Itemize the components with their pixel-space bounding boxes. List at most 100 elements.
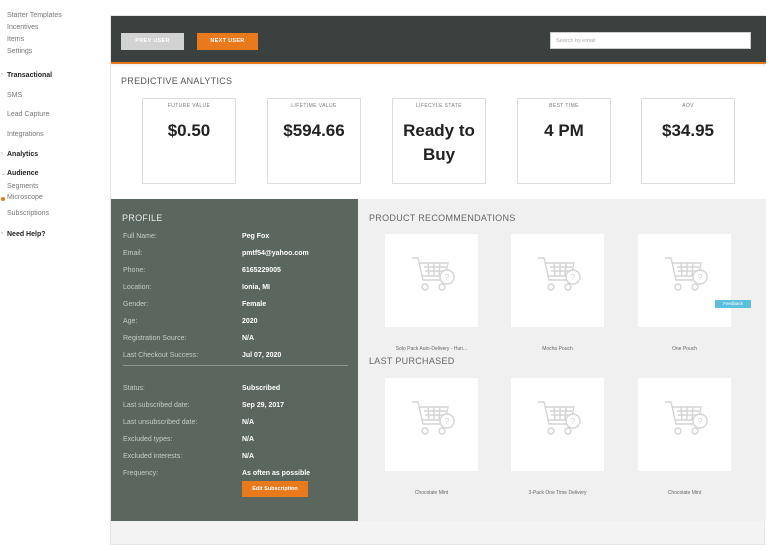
sidebar-item-items[interactable]: Items bbox=[7, 36, 24, 43]
product-card[interactable]: ? Chocolate Mint bbox=[385, 378, 478, 496]
profile-label: Email: bbox=[123, 250, 143, 257]
profile-value: Sep 29, 2017 bbox=[242, 402, 285, 409]
product-card[interactable]: ? One Pouch bbox=[638, 234, 731, 352]
profile-value: Subscribed bbox=[242, 385, 281, 392]
metric-value: Ready to Buy bbox=[403, 121, 475, 164]
predictive-analytics-section: PREDICTIVE ANALYTICS FUTURE VALUE $0.50 … bbox=[111, 66, 766, 199]
lower-section: PROFILE Full Name: Peg Fox Email: pmtf54@y… bbox=[111, 199, 766, 521]
profile-value: Female bbox=[242, 301, 267, 308]
profile-divider bbox=[123, 365, 348, 366]
sidebar: Starter Templates Incentives Items Setti… bbox=[0, 0, 100, 551]
profile-label: Gender: bbox=[123, 301, 149, 308]
chevron-right-icon: › bbox=[1, 72, 3, 78]
feedback-tab[interactable]: Feedback bbox=[715, 300, 751, 308]
profile-label: Last unsubscribed date: bbox=[123, 419, 198, 426]
chevron-right-icon: › bbox=[1, 151, 3, 157]
product-name: Chocolate Mint bbox=[667, 490, 702, 496]
sidebar-item-need-help[interactable]: Need Help? bbox=[7, 231, 46, 238]
metric-card-lifecycle-state: LIFECYLE STATE Ready to Buy bbox=[392, 98, 486, 184]
profile-value: Jul 07, 2020 bbox=[242, 352, 282, 359]
metric-value: $34.95 bbox=[662, 121, 714, 140]
profile-label: Last Checkout Success: bbox=[123, 352, 199, 359]
sidebar-item-incentives[interactable]: Incentives bbox=[7, 24, 39, 31]
sidebar-item-microscope[interactable]: Microscope bbox=[7, 194, 43, 201]
metric-label: LIFETIME VALUE bbox=[291, 103, 337, 109]
shopping-cart-icon: ? bbox=[538, 401, 581, 435]
metric-label: BEST TIME bbox=[549, 103, 579, 109]
subscription-row: Excluded types: N/A bbox=[123, 436, 353, 448]
subscription-row: Last subscribed date: Sep 29, 2017 bbox=[123, 402, 353, 414]
metric-value: $0.50 bbox=[167, 121, 211, 140]
profile-value: N/A bbox=[242, 335, 255, 342]
shopping-cart-icon: ? bbox=[665, 257, 708, 291]
profile-label: Registration Source: bbox=[123, 335, 187, 342]
profile-label: Excluded types: bbox=[123, 436, 173, 443]
shopping-cart-icon: ? bbox=[538, 257, 581, 291]
product-name: 3-Pack One Time Delivery bbox=[528, 490, 587, 496]
shopping-cart-icon: ? bbox=[412, 401, 455, 435]
sidebar-item-segments[interactable]: Segments bbox=[7, 183, 39, 190]
metric-value: $594.66 bbox=[283, 121, 345, 140]
metric-label: FUTURE VALUE bbox=[167, 103, 211, 109]
metric-card-lifetime-value: LIFETIME VALUE $594.66 bbox=[267, 98, 361, 184]
metric-label: LIFECYLE STATE bbox=[416, 103, 462, 109]
subscription-row: Status: Subscribed bbox=[123, 385, 353, 397]
profile-panel: PROFILE Full Name: Peg Fox Email: pmtf54@y… bbox=[111, 199, 358, 521]
product-name: Mocha Pouch bbox=[542, 346, 573, 352]
sidebar-item-subscriptions[interactable]: Subscriptions bbox=[7, 210, 49, 217]
sidebar-item-settings[interactable]: Settings bbox=[7, 48, 32, 55]
svg-text:?: ? bbox=[571, 273, 576, 282]
profile-value: As often as possible bbox=[242, 470, 311, 477]
product-card[interactable]: ? Mocha Pouch bbox=[511, 234, 604, 352]
next-user-button[interactable]: NEXT USER bbox=[197, 33, 258, 50]
chevron-down-icon: ⌄ bbox=[1, 171, 7, 177]
profile-row: Email: pmtf54@yahoo.com bbox=[123, 250, 353, 262]
profile-value: N/A bbox=[242, 419, 255, 426]
product-card[interactable]: ? Solo Pack Auto-Delivery - Hun... bbox=[385, 234, 478, 352]
profile-row: Registration Source: N/A bbox=[123, 335, 353, 347]
profile-value: N/A bbox=[242, 453, 255, 460]
sidebar-item-lead-capture[interactable]: Lead Capture bbox=[7, 111, 49, 118]
metric-card-aov: AOV $34.95 bbox=[641, 98, 735, 184]
profile-value: 6165229005 bbox=[242, 267, 281, 274]
profile-label: Status: bbox=[123, 385, 145, 392]
product-recommendations-title: PRODUCT RECOMMENDATIONS bbox=[369, 213, 516, 223]
profile-value: Peg Fox bbox=[242, 233, 270, 240]
edit-subscription-button[interactable]: Edit Subscription bbox=[242, 481, 308, 497]
svg-text:?: ? bbox=[698, 273, 703, 282]
profile-title: PROFILE bbox=[122, 213, 163, 223]
product-name: One Pouch bbox=[671, 346, 698, 352]
search-email-input[interactable] bbox=[550, 32, 751, 49]
sidebar-item-audience[interactable]: Audience bbox=[7, 170, 39, 177]
subscription-row: Last unsubscribed date: N/A bbox=[123, 419, 353, 431]
metric-label: AOV bbox=[682, 103, 694, 109]
sidebar-item-sms[interactable]: SMS bbox=[7, 92, 22, 99]
svg-text:?: ? bbox=[571, 417, 576, 426]
product-card[interactable]: ? 3-Pack One Time Delivery bbox=[511, 378, 604, 496]
sidebar-item-starter-templates[interactable]: Starter Templates bbox=[7, 12, 62, 19]
main-panel: PREV USER NEXT USER PREDICTIVE ANALYTICS… bbox=[110, 15, 766, 545]
profile-value: N/A bbox=[242, 436, 255, 443]
product-name: Solo Pack Auto-Delivery - Hun... bbox=[395, 346, 468, 352]
profile-label: Location: bbox=[123, 284, 152, 291]
shopping-cart-icon: ? bbox=[665, 401, 708, 435]
profile-value: 2020 bbox=[242, 318, 258, 325]
profile-label: Age: bbox=[123, 318, 138, 325]
last-purchased-title: LAST PURCHASED bbox=[369, 356, 455, 366]
product-card[interactable]: ? Chocolate Mint bbox=[638, 378, 731, 496]
profile-label: Last subscribed date: bbox=[123, 402, 190, 409]
user-toolbar: PREV USER NEXT USER bbox=[111, 16, 766, 64]
product-name: Chocolate Mint bbox=[414, 490, 449, 496]
metric-card-future-value: FUTURE VALUE $0.50 bbox=[142, 98, 236, 184]
svg-text:?: ? bbox=[445, 273, 450, 282]
sidebar-item-analytics[interactable]: Analytics bbox=[7, 151, 38, 158]
sidebar-item-transactional[interactable]: Transactional bbox=[7, 72, 52, 79]
profile-row: Phone: 6165229005 bbox=[123, 267, 353, 279]
svg-text:?: ? bbox=[698, 417, 703, 426]
svg-text:?: ? bbox=[445, 417, 450, 426]
subscription-row: Frequency: As often as possible bbox=[123, 470, 353, 482]
prev-user-button[interactable]: PREV USER bbox=[121, 33, 184, 50]
sidebar-item-integrations[interactable]: Integrations bbox=[7, 131, 44, 138]
subscription-row: Excluded interests: N/A bbox=[123, 453, 353, 465]
predictive-analytics-title: PREDICTIVE ANALYTICS bbox=[121, 76, 233, 86]
